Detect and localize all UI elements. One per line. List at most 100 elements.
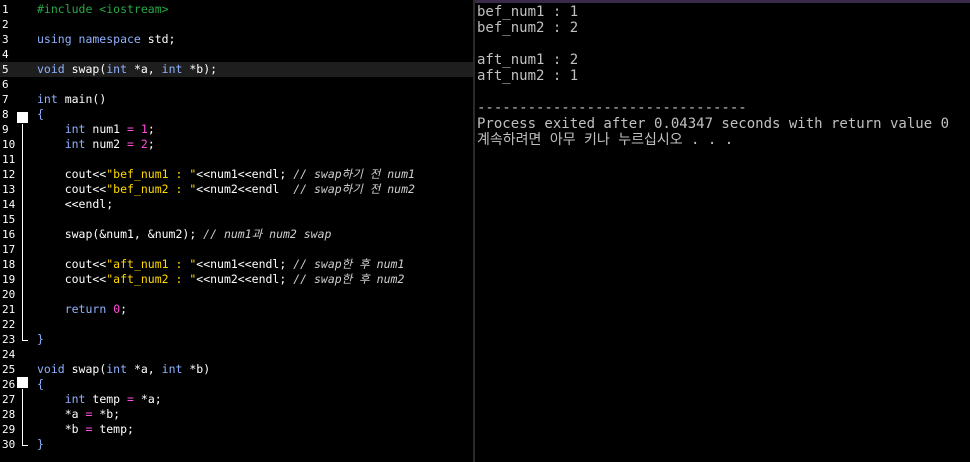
console-line: bef_num2 : 2	[477, 20, 579, 36]
code-token: <<endl;	[37, 197, 114, 211]
console-output-window[interactable]: bef_num1 : 1 bef_num2 : 2 aft_num1 : 2 aft_…	[473, 0, 970, 462]
code-text[interactable]: using namespace std;	[37, 32, 175, 47]
code-text[interactable]: *b = temp;	[37, 422, 134, 437]
code-text[interactable]: *a = *b;	[37, 407, 120, 422]
code-text[interactable]: void swap(int *a, int *b)	[37, 362, 210, 377]
code-editor[interactable]: 1 #include <iostream> 2 3 using namespace st…	[0, 0, 473, 462]
code-token: *b	[37, 422, 86, 436]
code-text[interactable]: #include <iostream>	[37, 2, 169, 17]
line-number: 24	[2, 348, 16, 361]
line-number: 11	[2, 153, 16, 166]
code-text[interactable]: int num1 = 1;	[37, 122, 155, 137]
code-token: }	[37, 437, 44, 451]
code-line[interactable]: 4	[0, 47, 473, 62]
code-line[interactable]: 5 void swap(int *a, int *b);	[0, 62, 473, 77]
line-number: 2	[2, 18, 9, 31]
code-text[interactable]: {	[37, 377, 44, 392]
code-token: int	[106, 62, 128, 76]
code-line[interactable]: 14 <<endl;	[0, 197, 473, 212]
line-number: 28	[2, 408, 16, 421]
code-line[interactable]: 9 int num1 = 1;	[0, 122, 473, 137]
code-token: void	[37, 362, 65, 376]
code-text[interactable]: {	[37, 107, 44, 122]
code-token: {	[37, 377, 44, 391]
code-text[interactable]: cout<<"bef_num2 : "<<num2<<endl // swap하…	[37, 182, 415, 197]
code-line[interactable]: 23}	[0, 332, 473, 347]
code-line[interactable]: 24	[0, 347, 473, 362]
code-token: int	[64, 392, 86, 406]
code-token: "bef_num2 : "	[106, 182, 197, 196]
code-token: swap(	[64, 62, 107, 76]
code-line[interactable]: 3 using namespace std;	[0, 32, 473, 47]
code-line[interactable]: 11	[0, 152, 473, 167]
line-number: 22	[2, 318, 16, 331]
code-token: *a;	[133, 392, 162, 406]
code-text[interactable]: int num2 = 2;	[37, 137, 155, 152]
code-line[interactable]: 6	[0, 77, 473, 92]
fold-marker-main[interactable]	[17, 112, 28, 123]
code-line[interactable]: 16 swap(&num1, &num2); // num1과 num2 swa…	[0, 227, 473, 242]
code-line[interactable]: 20	[0, 287, 473, 302]
code-line[interactable]: 19 cout<<"aft_num2 : "<<num2<<endl; // s…	[0, 272, 473, 287]
line-number: 30	[2, 438, 16, 451]
code-token: int	[106, 362, 128, 376]
code-token: "aft_num2 : "	[106, 272, 197, 286]
code-token: int	[37, 92, 58, 106]
code-token: {	[37, 107, 44, 121]
code-line[interactable]: 15	[0, 212, 473, 227]
code-line[interactable]: 21 return 0;	[0, 302, 473, 317]
code-text[interactable]: void swap(int *a, int *b);	[37, 62, 217, 77]
code-line[interactable]: 8{	[0, 107, 473, 122]
code-token: =	[127, 392, 134, 406]
code-token: num1	[85, 122, 128, 136]
code-line[interactable]: 27 int temp = *a;	[0, 392, 473, 407]
code-line[interactable]: 18 cout<<"aft_num1 : "<<num1<<endl; // s…	[0, 257, 473, 272]
code-token: int	[64, 122, 86, 136]
code-line[interactable]: 26{	[0, 377, 473, 392]
code-text[interactable]: <<endl;	[37, 197, 113, 212]
code-token: #include <iostream>	[37, 2, 169, 16]
code-line[interactable]: 25 void swap(int *a, int *b)	[0, 362, 473, 377]
code-line[interactable]: 12 cout<<"bef_num1 : "<<num1<<endl; // s…	[0, 167, 473, 182]
code-text[interactable]: }	[37, 437, 44, 452]
code-token: // swap하기 전 num1	[293, 167, 415, 181]
code-token: cout<<	[37, 167, 107, 181]
line-number: 21	[2, 303, 16, 316]
code-token: swap(&num1, &num2);	[37, 227, 204, 241]
console-line: 계속하려면 아무 키나 누르십시오 . . .	[477, 132, 734, 148]
code-text[interactable]: return 0;	[37, 302, 127, 317]
fold-guide-swap	[22, 389, 23, 445]
code-text[interactable]: cout<<"bef_num1 : "<<num1<<endl; // swap…	[37, 167, 415, 182]
code-token: num2	[85, 137, 128, 151]
code-text[interactable]: cout<<"aft_num1 : "<<num1<<endl; // swap…	[37, 257, 405, 272]
code-line[interactable]: 1 #include <iostream>	[0, 2, 473, 17]
code-line[interactable]: 17	[0, 242, 473, 257]
code-token: =	[127, 122, 134, 136]
code-line[interactable]: 2	[0, 17, 473, 32]
code-line[interactable]: 7 int main()	[0, 92, 473, 107]
app-window: 1 #include <iostream> 2 3 using namespace st…	[0, 0, 970, 462]
code-token: // num1과 num2 swap	[203, 227, 332, 241]
line-number: 19	[2, 273, 16, 286]
code-text[interactable]: }	[37, 332, 44, 347]
code-line[interactable]: 29 *b = temp;	[0, 422, 473, 437]
line-number: 15	[2, 213, 16, 226]
code-line[interactable]: 10 int num2 = 2;	[0, 137, 473, 152]
code-text[interactable]: int temp = *a;	[37, 392, 162, 407]
line-number: 23	[2, 333, 16, 346]
code-text[interactable]: swap(&num1, &num2); // num1과 num2 swap	[37, 227, 332, 242]
line-number: 14	[2, 198, 16, 211]
code-token: main()	[57, 92, 107, 106]
code-text[interactable]: int main()	[37, 92, 106, 107]
fold-marker-swap[interactable]	[17, 377, 28, 388]
code-line[interactable]: 28 *a = *b;	[0, 407, 473, 422]
code-token: 2	[140, 137, 148, 151]
code-line[interactable]: 13 cout<<"bef_num2 : "<<num2<<endl // sw…	[0, 182, 473, 197]
line-number: 27	[2, 393, 16, 406]
code-line[interactable]: 30}	[0, 437, 473, 452]
code-text[interactable]: cout<<"aft_num2 : "<<num2<<endl; // swap…	[37, 272, 405, 287]
code-line[interactable]: 22	[0, 317, 473, 332]
